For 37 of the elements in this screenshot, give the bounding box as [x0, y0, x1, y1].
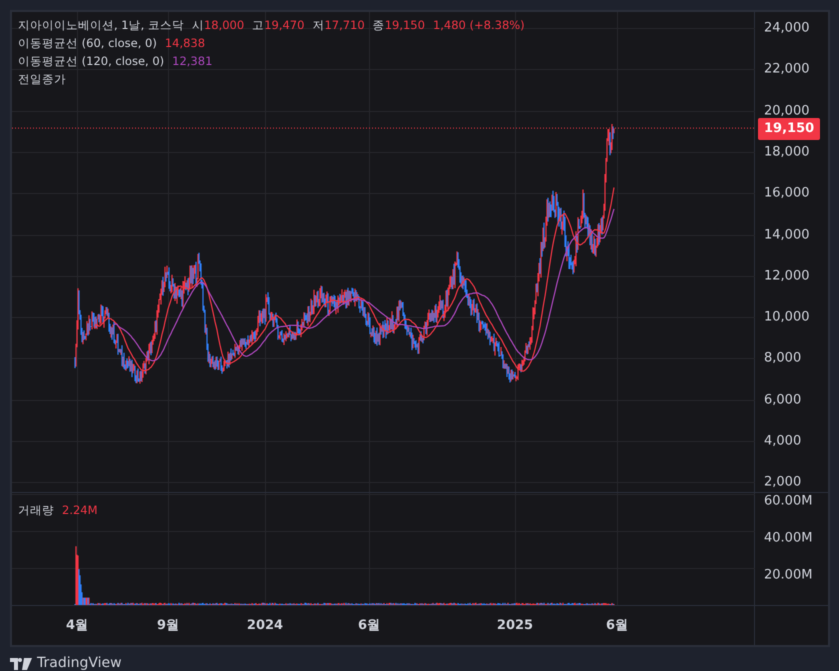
time-axis-label: 2024: [246, 617, 284, 635]
price-axis-label: 22,000: [764, 60, 810, 79]
indicator-value: 14,838: [164, 35, 206, 52]
ohlc-value: 고 19,470: [252, 17, 304, 34]
time-axis-label: 9월: [156, 617, 180, 635]
time-axis-label: 4월: [66, 617, 88, 635]
ohlc-value: 종 19,150: [372, 17, 425, 34]
price-axis-label: 2,000: [764, 474, 802, 492]
volume-axis-label: 60.00M: [764, 492, 812, 510]
price-axis-label: 8,000: [764, 350, 802, 368]
price-axis-label: 10,000: [764, 308, 810, 326]
indicator-value: 12,381: [172, 53, 212, 70]
price-axis-label: 4,000: [764, 432, 802, 450]
brand-name: TradingView: [37, 654, 122, 671]
volume-axis-label: 40.00M: [764, 529, 812, 548]
indicator-name: 이동평균선 (60, close, 0): [18, 35, 157, 52]
ohlc-value: 시 18,000: [192, 17, 244, 34]
time-axis-label: 6월: [606, 617, 628, 635]
price-axis-label: 18,000: [764, 143, 810, 162]
logo-icon: [10, 658, 32, 670]
time-axis-label: 2025: [496, 617, 534, 635]
price-axis-label: 14,000: [764, 226, 810, 244]
volume-axis-label: 20.00M: [764, 566, 812, 584]
volume-value: 2.24M: [62, 502, 98, 519]
price-axis-label: 20,000: [764, 102, 810, 120]
price-change: 1,480 (+8.38%): [432, 17, 525, 34]
last-price-badge: 19,150: [758, 118, 820, 140]
price-axis-label: 12,000: [764, 267, 810, 286]
time-axis-label: 6월: [358, 617, 380, 635]
ohlc-value: 저 17,710: [312, 17, 365, 34]
indicator-name: 이동평균선 (120, close, 0): [18, 53, 164, 70]
indicator-name: 전일종가: [18, 71, 67, 88]
symbol-title: 지아이이노베이션, 1날, 코스닥: [18, 17, 184, 34]
price-axis-label: 24,000: [764, 19, 810, 38]
price-axis-label: 6,000: [764, 390, 802, 409]
price-axis-label: 16,000: [764, 184, 810, 202]
volume-label: 거래량: [18, 502, 54, 519]
